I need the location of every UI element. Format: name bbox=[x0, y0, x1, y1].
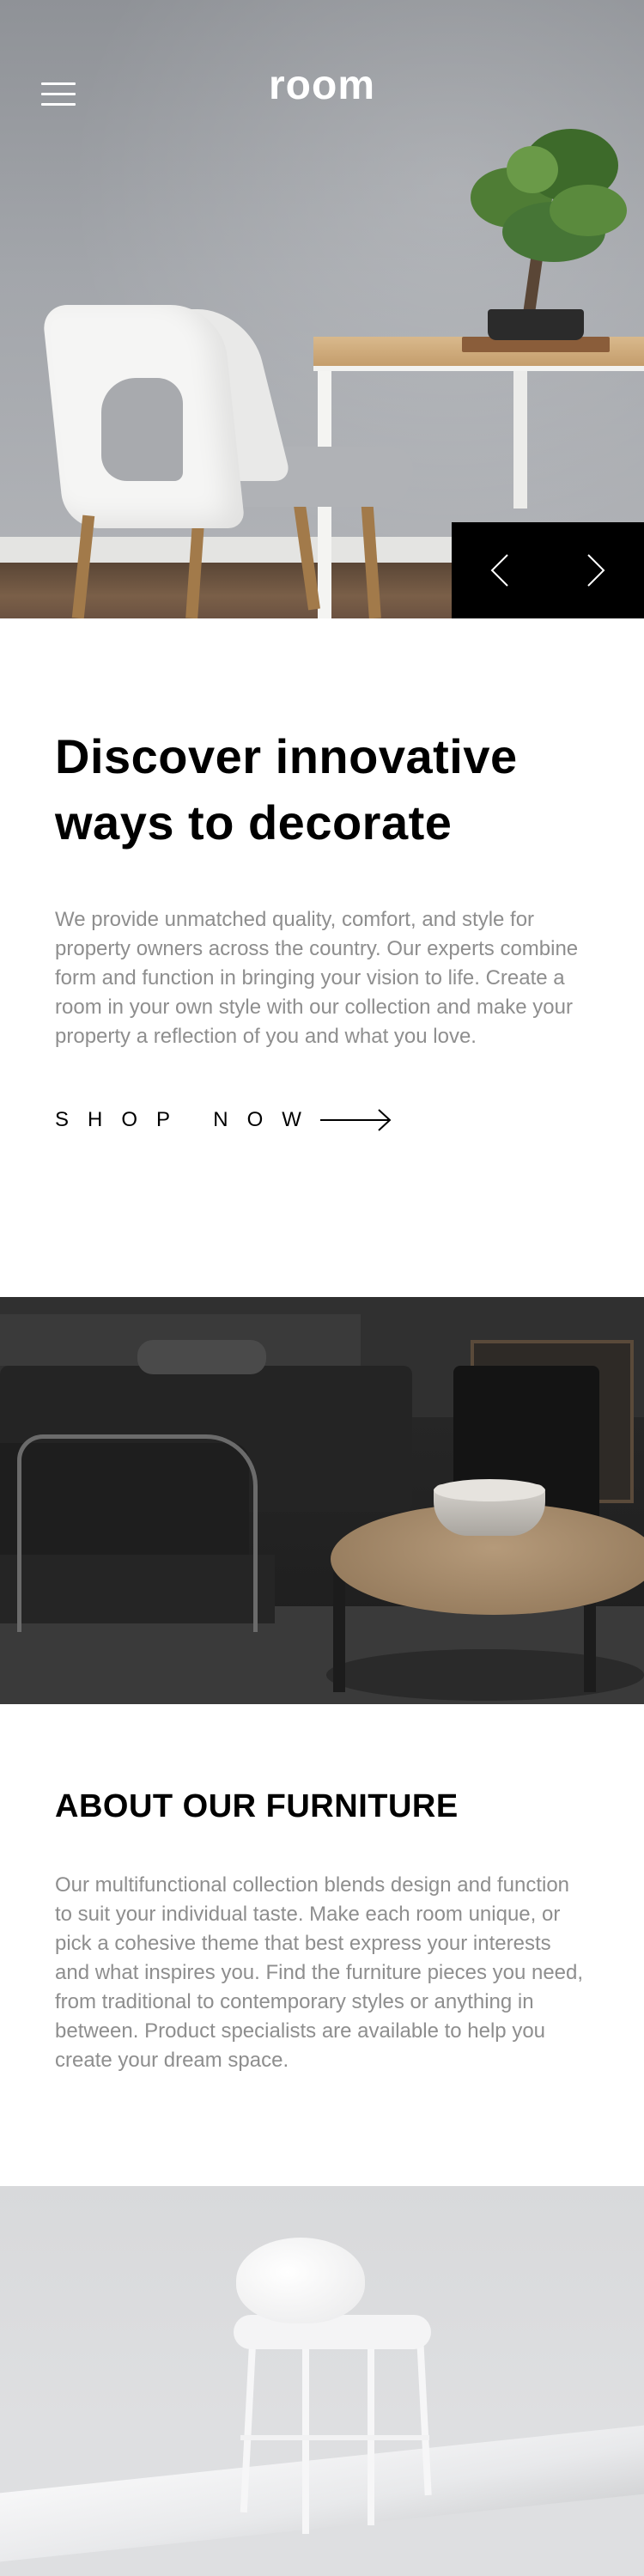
about-section: ABOUT OUR FURNITURE Our multifunctional … bbox=[0, 1704, 644, 2186]
chair-cutout bbox=[101, 378, 183, 481]
white-chair-image bbox=[0, 2186, 644, 2576]
hero-section: room bbox=[0, 0, 644, 618]
chair-seat bbox=[234, 2315, 431, 2349]
chevron-right-icon bbox=[587, 554, 605, 587]
table-leg bbox=[513, 371, 527, 509]
about-body: Our multifunctional collection blends de… bbox=[55, 1873, 584, 2072]
arrow-right-icon bbox=[319, 1109, 392, 1131]
bonsai-pot bbox=[488, 309, 584, 340]
intro-title: Discover innovative ways to decorate bbox=[55, 729, 518, 850]
chair-leg bbox=[302, 2349, 309, 2534]
bonsai-foliage bbox=[550, 185, 627, 236]
bowl-rim bbox=[434, 1479, 545, 1501]
intro-section: Discover innovative ways to decorate We … bbox=[0, 618, 644, 1297]
previous-slide-button[interactable] bbox=[452, 522, 548, 618]
table-leg bbox=[333, 1572, 345, 1692]
slider-nav bbox=[452, 522, 644, 618]
intro-body: We provide unmatched quality, comfort, a… bbox=[55, 908, 579, 1048]
about-title: ABOUT OUR FURNITURE bbox=[55, 1788, 459, 1824]
armchair-frame bbox=[17, 1434, 258, 1632]
chevron-left-icon bbox=[490, 554, 508, 587]
shop-now-link[interactable]: SHOP NOW bbox=[55, 1108, 392, 1132]
logo[interactable]: room bbox=[0, 62, 644, 109]
dark-interior-image bbox=[0, 1297, 644, 1704]
chair-rail bbox=[240, 2435, 429, 2440]
shop-now-label: SHOP NOW bbox=[55, 1108, 320, 1131]
pillow bbox=[137, 1340, 266, 1374]
next-slide-button[interactable] bbox=[548, 522, 644, 618]
chair-back bbox=[236, 2238, 365, 2323]
top-bar: room bbox=[0, 0, 644, 189]
table-shadow bbox=[326, 1649, 644, 1701]
